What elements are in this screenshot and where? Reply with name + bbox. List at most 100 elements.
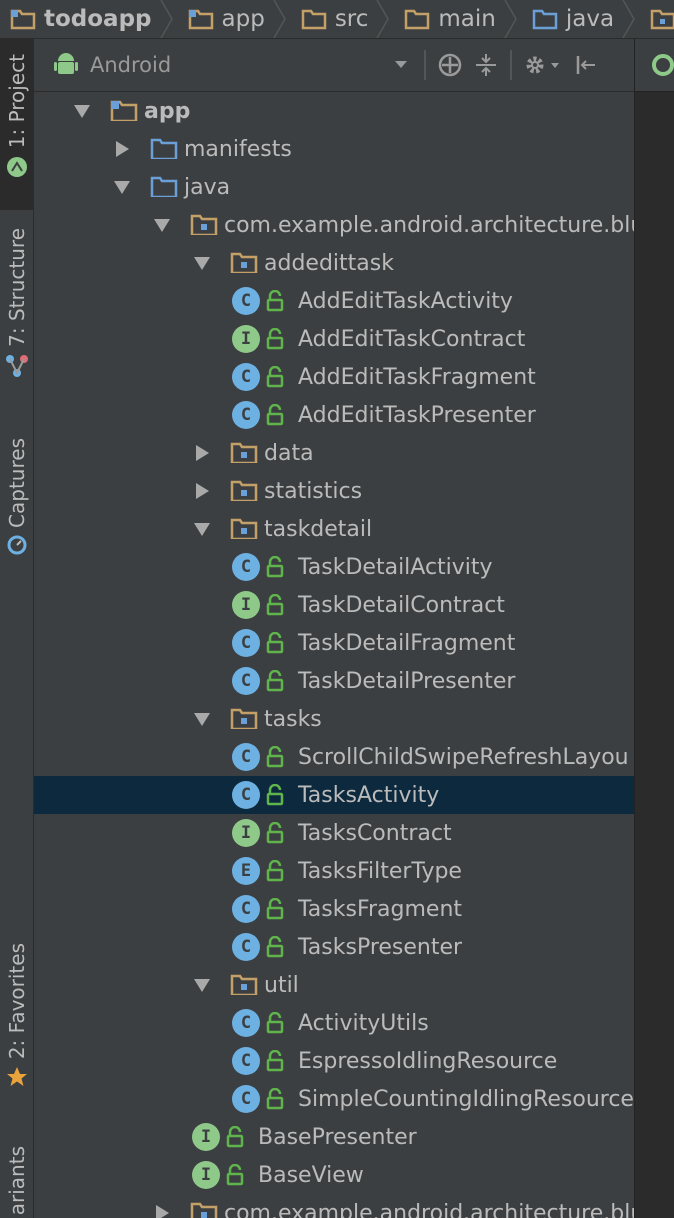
expand-arrow-right-icon[interactable] <box>112 139 132 159</box>
expand-arrow-down-icon[interactable] <box>152 215 172 235</box>
view-mode-dropdown[interactable]: Android <box>34 39 418 91</box>
tree-item-class[interactable]: I TasksContract <box>34 814 634 852</box>
tree-item-folder[interactable]: com.example.android.architecture.blue <box>34 206 634 244</box>
tree-item-class[interactable]: E TasksFilterType <box>34 852 634 890</box>
scroll-from-source-button[interactable] <box>432 47 468 83</box>
tree-item-label: statistics <box>264 478 363 504</box>
expand-arrow-down-icon[interactable] <box>112 177 132 197</box>
tree-item-label: BaseView <box>258 1162 364 1188</box>
tree-item-class[interactable]: C TaskDetailActivity <box>34 548 634 586</box>
class-icon: C <box>232 933 260 961</box>
tree-item-folder[interactable]: statistics <box>34 472 634 510</box>
public-lock-icon <box>266 290 284 312</box>
breadcrumb-item[interactable]: java <box>522 0 640 38</box>
interface-icon: I <box>192 1123 220 1151</box>
tree-item-label: EspressoIdlingResource <box>298 1048 558 1074</box>
interface-icon: I <box>232 819 260 847</box>
tree-item-folder[interactable]: util <box>34 966 634 1004</box>
expand-arrow-down-icon[interactable] <box>192 709 212 729</box>
tree-item-label: addedittask <box>264 250 394 276</box>
tree-item-folder[interactable]: java <box>34 168 634 206</box>
tree-item-class[interactable]: C TasksPresenter <box>34 928 634 966</box>
tree-item-label: app <box>144 98 191 124</box>
breadcrumb-item[interactable]: com <box>640 0 674 38</box>
tree-item-label: TasksFragment <box>298 896 463 922</box>
breadcrumb-separator <box>376 0 390 38</box>
public-lock-icon <box>266 556 284 578</box>
view-mode-label: Android <box>90 53 172 77</box>
tree-item-label: BasePresenter <box>258 1124 417 1150</box>
expand-arrow-right-icon[interactable] <box>192 443 212 463</box>
public-lock-icon <box>266 822 284 844</box>
tree-item-class[interactable]: C EspressoIdlingResource <box>34 1042 634 1080</box>
breadcrumb-item[interactable]: app <box>178 0 291 38</box>
expand-arrow-down-icon[interactable] <box>192 975 212 995</box>
tab-structure-label: 7: Structure <box>4 228 29 347</box>
expand-arrow-right-icon[interactable] <box>192 481 212 501</box>
breadcrumb: todoapp app src main javacom <box>0 0 674 39</box>
breadcrumb-separator <box>273 0 286 38</box>
tree-item-label: ActivityUtils <box>298 1010 429 1036</box>
public-lock-icon <box>266 404 284 426</box>
tree-item-folder[interactable]: manifests <box>34 130 634 168</box>
collapse-all-button[interactable] <box>468 47 504 83</box>
tree-item-label: TasksFilterType <box>298 858 462 884</box>
tree-item-class[interactable]: C TasksActivity <box>34 776 634 814</box>
tree-item-class[interactable]: C SimpleCountingIdlingResource <box>34 1080 634 1118</box>
tree-item-folder[interactable]: com.example.android.architecture.blue <box>34 1194 634 1218</box>
tree-item-label: AddEditTaskFragment <box>298 364 536 390</box>
tab-project[interactable]: 1: Project <box>0 38 33 210</box>
tree-item-label: java <box>184 174 231 200</box>
tree-item-class[interactable]: C TaskDetailPresenter <box>34 662 634 700</box>
settings-button[interactable] <box>518 47 568 83</box>
tree-item-class[interactable]: C TaskDetailFragment <box>34 624 634 662</box>
breadcrumb-item[interactable]: todoapp <box>0 0 178 38</box>
breadcrumb-label: src <box>334 6 369 32</box>
breadcrumb-item[interactable]: src <box>291 0 395 38</box>
editor-tab-strip <box>635 39 674 92</box>
expand-arrow-down-icon[interactable] <box>72 101 92 121</box>
tree-item-class[interactable]: C AddEditTaskFragment <box>34 358 634 396</box>
tree-item-folder[interactable]: taskdetail <box>34 510 634 548</box>
breadcrumb-item[interactable]: main <box>394 0 521 38</box>
tree-item-label: data <box>264 440 314 466</box>
public-lock-icon <box>226 1164 244 1186</box>
chevron-down-icon <box>395 61 407 68</box>
expand-arrow-down-icon[interactable] <box>192 253 212 273</box>
tree-item-class[interactable]: I AddEditTaskContract <box>34 320 634 358</box>
package-icon <box>190 214 218 235</box>
editor-tab-icon[interactable] <box>651 53 674 77</box>
tree-item-folder[interactable]: addedittask <box>34 244 634 282</box>
tree-item-class[interactable]: C AddEditTaskPresenter <box>34 396 634 434</box>
tree-item-label: com.example.android.architecture.blue <box>224 212 634 238</box>
tree-item-label: TaskDetailContract <box>298 592 505 618</box>
tree-item-folder[interactable]: app <box>34 92 634 130</box>
tab-captures[interactable]: Captures <box>0 438 33 578</box>
tree-item-folder[interactable]: data <box>34 434 634 472</box>
tree-item-class[interactable]: C TasksFragment <box>34 890 634 928</box>
public-lock-icon <box>266 366 284 388</box>
expand-arrow-right-icon[interactable] <box>152 1203 172 1218</box>
tree-item-folder[interactable]: tasks <box>34 700 634 738</box>
tab-favorites[interactable]: 2: Favorites <box>0 943 33 1108</box>
expand-arrow-down-icon[interactable] <box>192 519 212 539</box>
hide-panel-button[interactable] <box>568 47 604 83</box>
tree-item-label: TaskDetailFragment <box>298 630 516 656</box>
tree-item-class[interactable]: I TaskDetailContract <box>34 586 634 624</box>
tree-item-class[interactable]: I BasePresenter <box>34 1118 634 1156</box>
class-icon: C <box>232 401 260 429</box>
tab-build-variants[interactable]: ariants <box>0 1146 33 1218</box>
tree-item-label: TasksActivity <box>298 782 440 808</box>
breadcrumb-label: app <box>221 6 265 32</box>
tree-item-class[interactable]: C AddEditTaskActivity <box>34 282 634 320</box>
package-icon <box>230 708 258 729</box>
package-icon <box>230 480 258 501</box>
breadcrumb-label: main <box>438 6 496 32</box>
tab-structure[interactable]: 7: Structure <box>0 228 33 403</box>
tree-item-class[interactable]: I BaseView <box>34 1156 634 1194</box>
package-icon <box>230 518 258 539</box>
module-folder-icon <box>10 9 36 30</box>
tree-item-class[interactable]: C ActivityUtils <box>34 1004 634 1042</box>
tree-item-class[interactable]: C ScrollChildSwipeRefreshLayou <box>34 738 634 776</box>
tab-variants-label: ariants <box>4 1146 29 1216</box>
